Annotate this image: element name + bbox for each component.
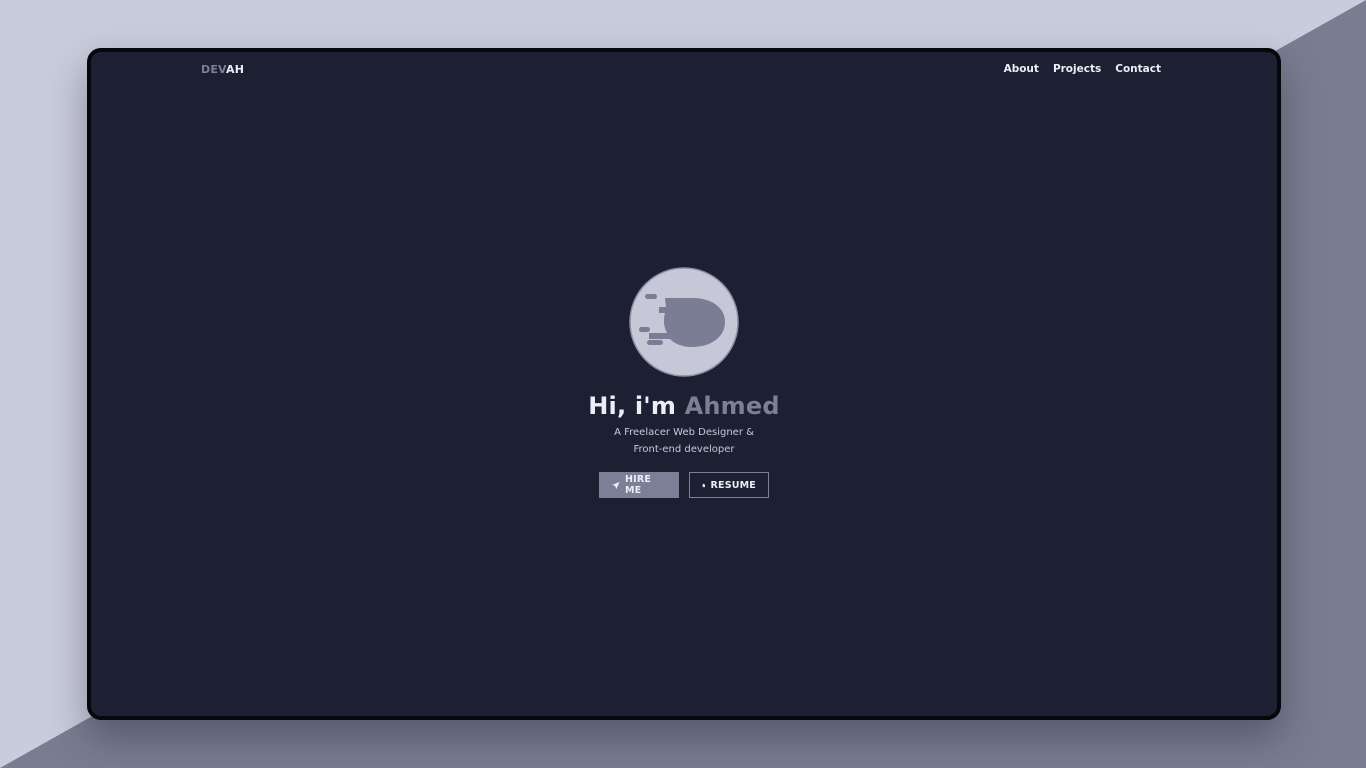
browser-frame: DEVAH About Projects Contact Hi, i'm Ahm… xyxy=(87,48,1281,720)
resume-button[interactable]: RESUME xyxy=(689,472,769,498)
hire-me-button[interactable]: HIRE ME xyxy=(599,472,679,498)
nav-links: About Projects Contact xyxy=(1004,63,1161,75)
hero-section: Hi, i'm Ahmed A Freelacer Web Designer &… xyxy=(91,267,1277,498)
nav-link-about[interactable]: About xyxy=(1004,63,1039,75)
paper-plane-icon xyxy=(612,481,620,489)
hero-title: Hi, i'm Ahmed xyxy=(588,391,779,421)
logo-part-dev: DEV xyxy=(201,63,227,76)
resume-label: RESUME xyxy=(710,479,756,491)
comet-logo-icon xyxy=(629,267,739,377)
hero-subtitle-line1: A Freelacer Web Designer & xyxy=(614,427,754,438)
hero-greeting: Hi, i'm xyxy=(588,392,685,420)
logo-part-ah: AH xyxy=(226,63,245,76)
hero-buttons: HIRE ME RESUME xyxy=(599,472,769,498)
hero-subtitle-line2: Front-end developer xyxy=(633,444,735,455)
hero-name: Ahmed xyxy=(684,392,780,420)
nav-link-contact[interactable]: Contact xyxy=(1115,63,1161,75)
nav-link-projects[interactable]: Projects xyxy=(1053,63,1101,75)
site-logo[interactable]: DEVAH xyxy=(201,63,244,76)
document-icon xyxy=(702,483,705,487)
hire-me-label: HIRE ME xyxy=(625,474,652,496)
hero-subtitle: A Freelacer Web Designer & Front-end dev… xyxy=(614,424,754,458)
